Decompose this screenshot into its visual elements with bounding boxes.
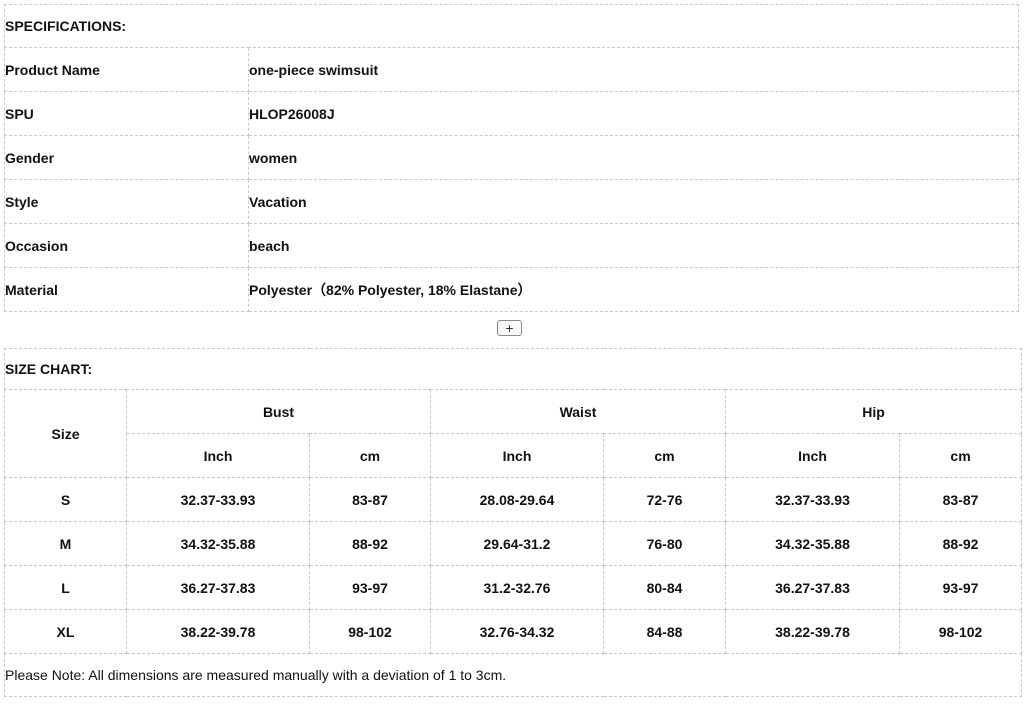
table-row: S 32.37-33.93 83-87 28.08-29.64 72-76 32…: [4, 477, 1023, 522]
size-chart-title-row: SIZE CHART:: [3, 348, 1023, 390]
size-label: M: [4, 521, 127, 566]
table-cell: 38.22-39.78: [126, 609, 310, 654]
table-cell: 80-84: [603, 565, 726, 610]
table-cell: 88-92: [898, 521, 1023, 566]
spec-key: Material: [4, 267, 249, 312]
spec-row-style: Style Vacation: [4, 179, 1019, 224]
plus-icon: +: [505, 320, 514, 336]
spec-value: women: [248, 135, 1019, 180]
group-header-bust: Bust: [126, 389, 431, 434]
unit-header: cm: [603, 433, 726, 478]
size-chart-title: SIZE CHART:: [3, 348, 1023, 390]
size-column-header: Size: [4, 389, 127, 478]
table-row: L 36.27-37.83 93-97 31.2-32.76 80-84 36.…: [4, 565, 1023, 610]
table-cell: 32.76-34.32: [430, 609, 604, 654]
spec-row-product-name: Product Name one-piece swimsuit: [4, 47, 1019, 92]
spec-key: SPU: [4, 91, 249, 136]
unit-header: cm: [898, 433, 1023, 478]
specifications-header-row: SPECIFICATIONS:: [4, 4, 1019, 48]
table-cell: 28.08-29.64: [430, 477, 604, 522]
table-cell: 83-87: [898, 477, 1023, 522]
table-cell: 88-92: [309, 521, 431, 566]
spec-value: Polyester（82% Polyester, 18% Elastane）: [248, 267, 1019, 312]
unit-header: cm: [309, 433, 431, 478]
table-row: XL 38.22-39.78 98-102 32.76-34.32 84-88 …: [4, 609, 1023, 654]
expand-button[interactable]: +: [497, 320, 522, 336]
unit-header: Inch: [430, 433, 604, 478]
size-chart-group-row: Size Bust Waist Hip: [4, 389, 1023, 478]
table-cell: 31.2-32.76: [430, 565, 604, 610]
table-cell: 36.27-37.83: [126, 565, 310, 610]
spec-key: Product Name: [4, 47, 249, 92]
spec-row-material: Material Polyester（82% Polyester, 18% El…: [4, 267, 1019, 312]
unit-header: Inch: [126, 433, 310, 478]
table-cell: 98-102: [309, 609, 431, 654]
spec-row-gender: Gender women: [4, 135, 1019, 180]
size-label: XL: [4, 609, 127, 654]
size-chart-unit-row: Inch cm Inch cm Inch cm: [5, 433, 1023, 478]
table-cell: 93-97: [309, 565, 431, 610]
group-header-waist: Waist: [430, 389, 726, 434]
group-header-hip: Hip: [724, 389, 1023, 434]
size-chart-note-row: Please Note: All dimensions are measured…: [3, 653, 1023, 697]
table-cell: 38.22-39.78: [725, 609, 900, 654]
table-cell: 72-76: [603, 477, 726, 522]
spec-key: Style: [4, 179, 249, 224]
table-cell: 76-80: [603, 521, 726, 566]
table-cell: 84-88: [603, 609, 726, 654]
table-row: M 34.32-35.88 88-92 29.64-31.2 76-80 34.…: [4, 521, 1023, 566]
table-cell: 98-102: [898, 609, 1023, 654]
spec-row-occasion: Occasion beach: [4, 223, 1019, 268]
spec-value: HLOP26008J: [248, 91, 1019, 136]
size-chart-note: Please Note: All dimensions are measured…: [3, 653, 1023, 697]
spec-value: Vacation: [248, 179, 1019, 224]
specifications-title: SPECIFICATIONS:: [4, 4, 1019, 48]
table-cell: 29.64-31.2: [430, 521, 604, 566]
table-cell: 32.37-33.93: [126, 477, 310, 522]
table-cell: 34.32-35.88: [725, 521, 900, 566]
size-label: S: [4, 477, 127, 522]
table-cell: 32.37-33.93: [725, 477, 900, 522]
table-cell: 36.27-37.83: [725, 565, 900, 610]
size-chart-table: SIZE CHART: Size Bust Waist Hip Inch cm …: [3, 348, 1023, 697]
size-label: L: [4, 565, 127, 610]
specifications-table: SPECIFICATIONS: Product Name one-piece s…: [4, 4, 1019, 312]
spec-value: beach: [248, 223, 1019, 268]
spec-key: Occasion: [4, 223, 249, 268]
table-cell: 34.32-35.88: [126, 521, 310, 566]
table-cell: 83-87: [309, 477, 431, 522]
table-cell: 93-97: [898, 565, 1023, 610]
spec-row-spu: SPU HLOP26008J: [4, 91, 1019, 136]
spec-value: one-piece swimsuit: [248, 47, 1019, 92]
spec-key: Gender: [4, 135, 249, 180]
unit-header: Inch: [725, 433, 900, 478]
